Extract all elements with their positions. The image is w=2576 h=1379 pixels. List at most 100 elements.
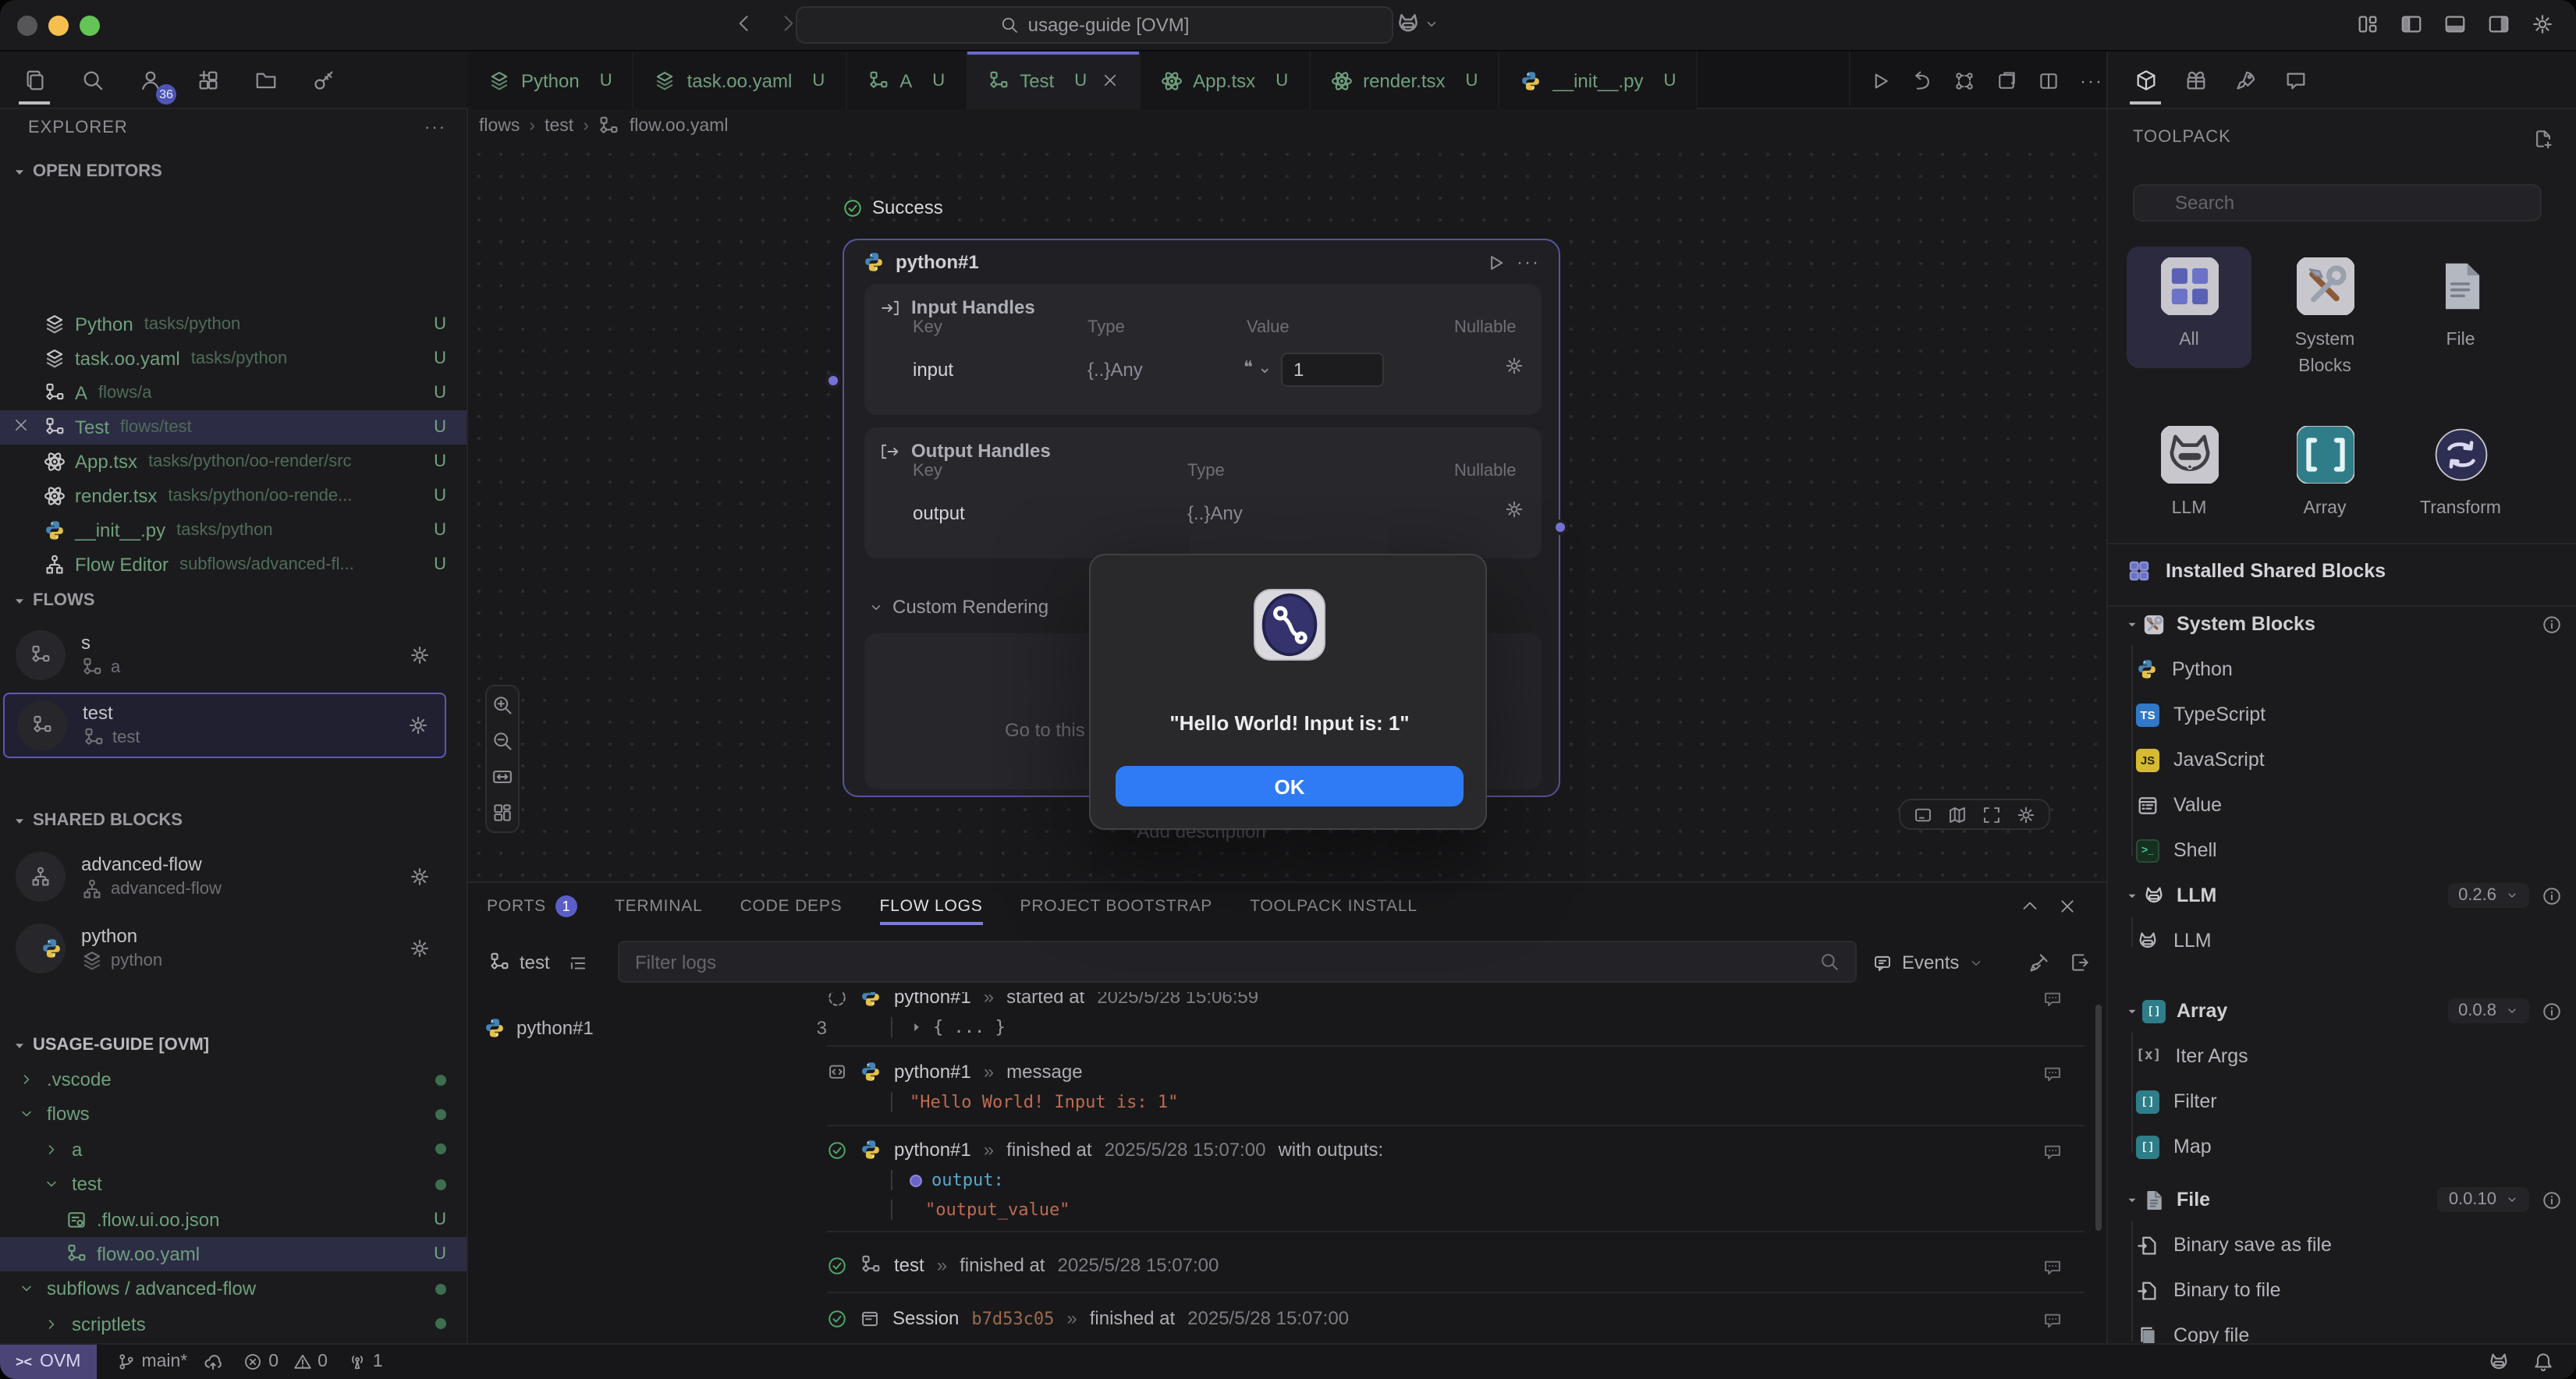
block-item-JavaScript[interactable]: JSJavaScript — [2108, 741, 2576, 778]
flow-card-test[interactable]: testtest — [3, 693, 446, 758]
open-editor-A[interactable]: Aflows/aU — [0, 376, 468, 410]
breadcrumb-file[interactable]: flow.oo.yaml — [630, 117, 729, 136]
open-editor-Python[interactable]: Pythontasks/pythonU — [0, 307, 468, 342]
shared-block-advanced-flow[interactable]: advanced-flowadvanced-flow — [3, 844, 446, 909]
traffic-close-button[interactable] — [17, 16, 37, 36]
tab-Test[interactable]: TestU — [967, 51, 1140, 109]
toggle-panel-icon[interactable] — [2443, 12, 2467, 36]
flow-settings-icon[interactable] — [409, 644, 431, 666]
block-item-Map[interactable]: [ ]Map — [2108, 1128, 2576, 1165]
run-node-icon[interactable] — [1485, 252, 1506, 272]
toolpack-category-Array[interactable]: Array — [2262, 415, 2387, 522]
tree-item-a[interactable]: a — [0, 1133, 468, 1167]
info-icon[interactable] — [2542, 614, 2562, 634]
block-item-LLM[interactable]: LLM — [2108, 922, 2576, 959]
input-port[interactable] — [825, 373, 841, 388]
log-entry[interactable]: test»finished at2025/5/28 15:07:00 — [827, 1254, 2094, 1276]
info-icon[interactable] — [2542, 1189, 2562, 1210]
zoom-in-icon[interactable] — [491, 694, 513, 716]
block-item-Copy file[interactable]: Copy file — [2108, 1317, 2576, 1343]
block-item-Python[interactable]: Python — [2108, 651, 2576, 688]
open-editor-App.tsx[interactable]: App.tsxtasks/python/oo-render/srcU — [0, 445, 468, 479]
tab-render.tsx[interactable]: render.tsxU — [1310, 51, 1499, 109]
panel-tab-TOOLPACK INSTALL[interactable]: TOOLPACK INSTALL — [1250, 883, 1418, 930]
logs-scrollbar[interactable] — [2095, 1005, 2102, 1231]
block-item-Binary to file[interactable]: Binary to file — [2108, 1271, 2576, 1309]
settings-gear-icon[interactable] — [2531, 12, 2554, 36]
log-entry[interactable]: python#1»finished at2025/5/28 15:07:00wi… — [827, 1139, 2094, 1220]
toolpack-category-LLM[interactable]: LLM — [2127, 415, 2251, 522]
input-value-field[interactable] — [1281, 353, 1384, 387]
log-annotation-icon[interactable] — [2042, 1257, 2063, 1278]
panel-tab-PROJECT BOOTSTRAP[interactable]: PROJECT BOOTSTRAP — [1020, 883, 1213, 930]
fullscreen-icon[interactable] — [1982, 804, 2002, 824]
fit-width-icon[interactable] — [491, 766, 513, 788]
clear-logs-icon[interactable] — [2028, 952, 2050, 973]
toolpack-category-Transform[interactable]: Transform — [2398, 415, 2523, 522]
open-editor-task.oo.yaml[interactable]: task.oo.yamltasks/pythonU — [0, 342, 468, 376]
tree-item-.flow.ui.oo.json[interactable]: .flow.ui.oo.jsonU — [0, 1202, 468, 1236]
filter-logs-input[interactable] — [618, 941, 1857, 983]
tab-App.tsx[interactable]: App.tsxU — [1140, 51, 1310, 109]
open-editor-__init__.py[interactable]: __init__.pytasks/pythonU — [0, 513, 468, 548]
activity-extensions-button[interactable] — [189, 58, 226, 101]
custom-rendering-section[interactable]: Custom Rendering — [869, 596, 1048, 618]
tree-item-test[interactable]: test — [0, 1167, 468, 1201]
assistant-dog-icon[interactable] — [2487, 1350, 2510, 1374]
secondary-toolpack-box-button[interactable] — [2130, 58, 2161, 101]
minimap-panel-icon[interactable] — [1913, 804, 1933, 824]
panel-maximize-icon[interactable] — [2021, 897, 2039, 916]
block-group-Array[interactable]: [ ]Array0.0.8 — [2108, 992, 2576, 1030]
info-icon[interactable] — [2542, 1001, 2562, 1021]
tree-item-flow.oo.yaml[interactable]: flow.oo.yamlU — [0, 1237, 468, 1271]
block-settings-icon[interactable] — [409, 938, 431, 959]
activity-accounts-button[interactable]: 36 — [131, 58, 169, 101]
open-editor-Test[interactable]: Testflows/testU — [0, 410, 468, 445]
panel-tab-TERMINAL[interactable]: TERMINAL — [615, 883, 703, 930]
log-tree-toggle-icon[interactable] — [569, 952, 589, 973]
breadcrumb-test[interactable]: test — [545, 117, 573, 136]
activity-folder-button[interactable] — [247, 58, 284, 101]
tab-__init__.py[interactable]: __init__.pyU — [1499, 51, 1698, 109]
assistant-button[interactable] — [1395, 11, 1439, 37]
flow-settings-icon[interactable] — [407, 714, 429, 736]
tab-task.oo.yaml[interactable]: task.oo.yamlU — [634, 51, 847, 109]
tab-A[interactable]: AU — [846, 51, 967, 109]
info-icon[interactable] — [2542, 885, 2562, 906]
problems-indicator[interactable]: 0 0 — [243, 1352, 328, 1371]
tree-item-flows[interactable]: flows — [0, 1097, 468, 1132]
section-flows[interactable]: FLOWS — [0, 583, 468, 618]
toolpack-category-File[interactable]: File — [2398, 246, 2523, 353]
secondary-rocket-button[interactable] — [2230, 58, 2261, 101]
breadcrumb[interactable]: flows› test› flow.oo.yaml — [479, 109, 728, 144]
toggle-sidebar-icon[interactable] — [2400, 12, 2423, 36]
node-more-icon[interactable]: ··· — [1517, 251, 1540, 273]
output-port[interactable] — [1552, 519, 1568, 535]
handle-settings-icon[interactable] — [1504, 499, 1524, 519]
log-annotation-icon[interactable] — [2042, 1142, 2063, 1162]
activity-key-button[interactable] — [304, 58, 342, 101]
restart-icon[interactable] — [1911, 69, 1933, 91]
more-ellipsis-icon[interactable]: ··· — [2080, 69, 2103, 91]
block-item-Iter Args[interactable]: [x]Iter Args — [2108, 1037, 2576, 1075]
traffic-zoom-button[interactable] — [80, 16, 100, 36]
block-group-LLM[interactable]: LLM0.2.6 — [2108, 877, 2576, 914]
traffic-minimize-button[interactable] — [48, 16, 69, 36]
value-mode-toggle[interactable]: ❝ ⌄ — [1244, 357, 1272, 378]
split-editor-icon[interactable] — [2038, 69, 2060, 91]
section-workspace[interactable]: USAGE-GUIDE [OVM] — [0, 1028, 468, 1062]
remote-indicator[interactable]: >< OVM — [0, 1344, 96, 1379]
panel-close-icon[interactable] — [2058, 897, 2077, 916]
version-select[interactable]: 0.0.10 — [2438, 1187, 2529, 1212]
tree-item-subflows / advanced-flow[interactable]: subflows / advanced-flow — [0, 1272, 468, 1306]
open-editor-Flow Editor[interactable]: Flow Editorsubflows/advanced-fl...U — [0, 548, 468, 582]
block-group-System Blocks[interactable]: System Blocks — [2108, 605, 2576, 643]
panel-tab-PORTS[interactable]: PORTS1 — [487, 883, 577, 930]
block-settings-icon[interactable] — [409, 866, 431, 888]
pipeline-icon[interactable] — [1953, 69, 1975, 91]
block-item-Shell[interactable]: >_Shell — [2108, 831, 2576, 869]
map-icon[interactable] — [1947, 804, 1967, 824]
block-item-Binary save as file[interactable]: Binary save as file — [2108, 1226, 2576, 1264]
panel-tab-FLOW LOGS[interactable]: FLOW LOGS — [879, 883, 982, 930]
toolpack-search-input[interactable] — [2133, 184, 2542, 222]
